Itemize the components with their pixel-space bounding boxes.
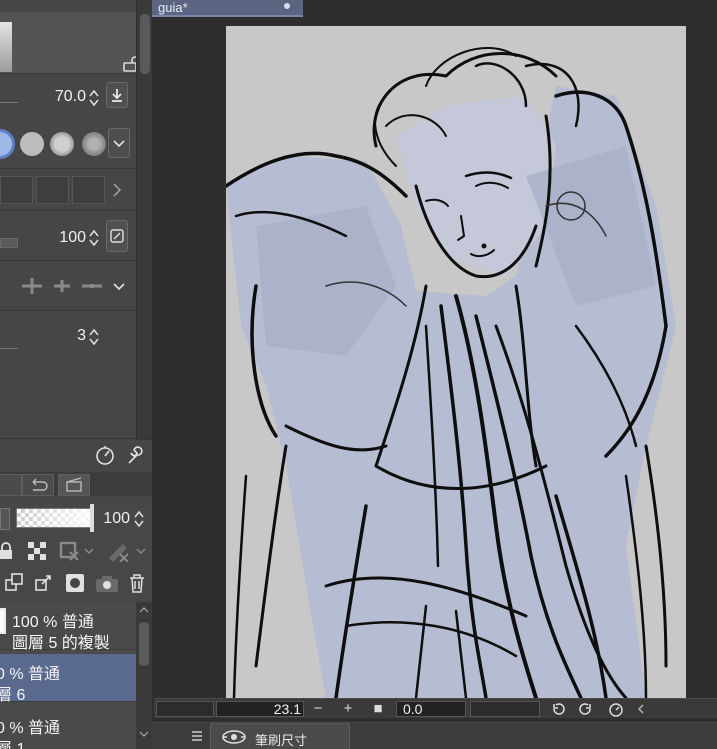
rotate-left-icon[interactable] — [550, 701, 566, 717]
reference-layer-icon[interactable] — [106, 540, 150, 562]
lock-layer-icon[interactable] — [0, 540, 18, 562]
scroll-down-icon[interactable] — [139, 730, 149, 738]
layer-list-scrollbar[interactable] — [136, 602, 152, 749]
density-plus-icons[interactable] — [18, 274, 108, 298]
brush-size-icon — [222, 730, 246, 744]
rotate-right-icon[interactable] — [578, 701, 594, 717]
tab-layer-property[interactable] — [0, 474, 22, 496]
chevron-right-icon[interactable] — [110, 180, 124, 200]
canvas-status-bar: 23.1 − + ■ 0.0 — [154, 698, 717, 718]
fit-view-icon[interactable]: ■ — [370, 701, 386, 717]
layer-name: 層 6 — [0, 687, 26, 704]
opacity-link-button[interactable] — [106, 220, 128, 252]
chevron-down-icon — [113, 140, 125, 148]
document-tab[interactable]: guia* — [152, 0, 303, 17]
reset-icon[interactable] — [608, 701, 624, 717]
settings-dial-icon[interactable] — [94, 444, 116, 466]
layer-list: 100 % 普通 圖層 5 的複製 0 % 普通 層 6 0 % 普通 層 1 — [0, 602, 136, 749]
zoom-in-icon[interactable]: + — [340, 701, 356, 717]
brush-tip-medium[interactable] — [20, 132, 44, 156]
brush-size-row: 70.0 — [0, 80, 136, 114]
brush-size-slider[interactable] — [0, 102, 18, 103]
brush-tip-dropdown[interactable] — [108, 128, 130, 158]
stabilization-spinner[interactable] — [88, 328, 100, 346]
sketch-artwork — [226, 47, 676, 698]
zoom-out-icon[interactable]: − — [310, 701, 326, 717]
texture-cell[interactable] — [0, 176, 33, 204]
layer-panel-tabs — [0, 472, 152, 496]
layer-toolbar: 100 — [0, 500, 152, 600]
layer-mask-icon[interactable] — [64, 572, 86, 594]
document-tab-title: guia* — [158, 0, 188, 15]
brush-size-value[interactable]: 70.0 — [30, 88, 86, 106]
brush-tip-hard[interactable] — [0, 132, 12, 156]
menu-icon[interactable] — [190, 729, 204, 743]
tab-history[interactable] — [22, 474, 54, 496]
chevron-down-icon[interactable] — [110, 276, 128, 296]
layer-item[interactable]: 100 % 普通 圖層 5 的複製 — [0, 602, 136, 652]
brush-opacity-row: 100 — [0, 216, 136, 256]
brush-size-spinner[interactable] — [88, 89, 100, 107]
chevron-left-icon[interactable] — [634, 701, 648, 717]
stabilization-row: 3 — [0, 318, 136, 354]
lock-transparency-icon[interactable] — [26, 540, 48, 562]
stabilization-value[interactable]: 3 — [50, 327, 86, 345]
brush-preview — [0, 12, 150, 74]
camera-layer-icon[interactable] — [94, 572, 120, 594]
scroll-up-icon[interactable] — [139, 606, 149, 614]
brush-thumbnail — [0, 22, 12, 72]
zoom-field[interactable]: 23.1 — [216, 701, 304, 717]
brush-opacity-spinner[interactable] — [88, 229, 100, 247]
trash-icon[interactable] — [126, 572, 148, 594]
tool-property-scrollbar[interactable] — [136, 0, 152, 440]
download-icon — [112, 89, 122, 102]
bottom-palette-bar: 筆刷尺寸 — [152, 720, 717, 749]
brush-tip-airbrush[interactable] — [82, 132, 106, 156]
tab-animation[interactable] — [58, 474, 90, 496]
stabilization-slider[interactable] — [0, 348, 18, 349]
tool-property-panel: 70.0 100 3 100 100 % 普通 圖層 5 的複製 0 % 普通 … — [0, 0, 152, 749]
brush-tip-soft[interactable] — [50, 132, 74, 156]
brush-opacity-value[interactable]: 100 — [40, 229, 86, 247]
unsaved-indicator — [284, 3, 290, 9]
layer-item[interactable]: 0 % 普通 層 1 — [0, 706, 136, 749]
layer-opacity-value[interactable]: 100 — [98, 510, 130, 528]
brush-density-row — [0, 266, 136, 306]
layer-name: 圖層 5 的複製 — [12, 635, 110, 652]
clip-to-layer-icon[interactable] — [58, 540, 98, 562]
layer-thumbnail — [0, 608, 6, 634]
texture-cell[interactable] — [36, 176, 69, 204]
wrench-icon[interactable] — [124, 444, 146, 466]
navigator-slider[interactable] — [156, 701, 214, 717]
brush-size-palette-tab[interactable]: 筆刷尺寸 — [210, 723, 350, 749]
pressure-icon — [110, 229, 124, 243]
undo-history-icon — [32, 478, 48, 491]
new-vector-layer-icon[interactable] — [34, 572, 56, 594]
new-raster-layer-icon[interactable] — [4, 572, 26, 594]
blend-mode-dropdown[interactable] — [0, 508, 10, 530]
layer-opacity-slider[interactable] — [16, 508, 92, 528]
tool-panel-icons — [90, 442, 150, 468]
clapper-icon — [66, 477, 82, 492]
rotation-field[interactable]: 0.0 — [396, 701, 466, 717]
bottom-tab-label: 筆刷尺寸 — [255, 733, 308, 748]
drawing-canvas[interactable] — [226, 26, 686, 698]
layer-opacity-spinner[interactable] — [133, 510, 145, 528]
rotation-slider[interactable] — [470, 701, 540, 717]
texture-cell[interactable] — [72, 176, 105, 204]
download-button[interactable] — [106, 82, 128, 108]
brush-opacity-slider[interactable] — [0, 238, 18, 248]
layer-opacity-handle[interactable] — [90, 504, 94, 532]
layer-item-selected[interactable]: 0 % 普通 層 6 — [0, 654, 136, 704]
layer-name: 層 1 — [0, 735, 25, 749]
